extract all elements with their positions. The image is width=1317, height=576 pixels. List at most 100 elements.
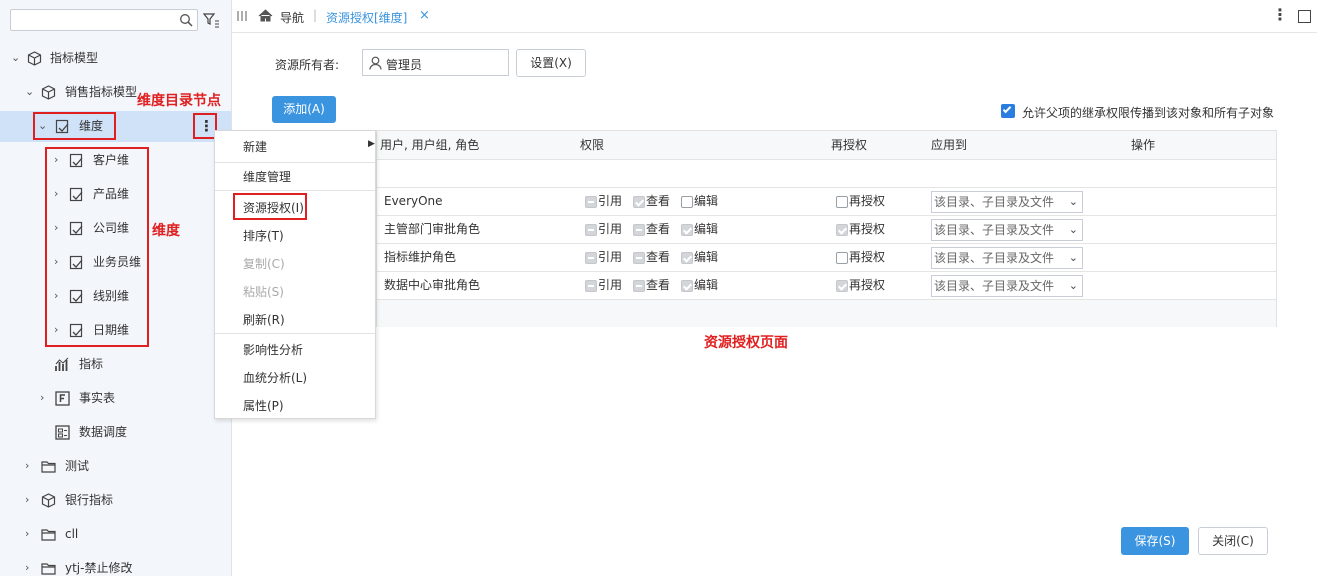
tree-node-cll[interactable]: › cll	[0, 521, 180, 547]
menu-item-new[interactable]: 新建	[243, 137, 267, 157]
search-input[interactable]	[10, 9, 198, 31]
regrant-checkbox[interactable]	[836, 280, 848, 292]
tree-node-label: 数据调度	[79, 425, 128, 439]
col-header-regrant: 再授权	[831, 138, 868, 152]
ref-checkbox[interactable]	[585, 196, 597, 208]
regrant-label: 再授权	[849, 222, 886, 236]
menu-item-paste[interactable]: 粘贴(S)	[243, 282, 284, 302]
chevron-right-icon[interactable]: ›	[40, 385, 50, 411]
col-header-permission: 权限	[580, 138, 605, 152]
save-button[interactable]: 保存(S)	[1121, 527, 1189, 555]
apply-to-select[interactable]: 该目录、子目录及文件 ⌄	[931, 247, 1083, 269]
edit-checkbox[interactable]	[681, 196, 693, 208]
tree-node-ytj[interactable]: › ytj-禁止修改	[0, 555, 180, 576]
apply-to-select[interactable]: 该目录、子目录及文件 ⌄	[931, 191, 1083, 213]
ref-checkbox[interactable]	[585, 224, 597, 236]
apply-to-value: 该目录、子目录及文件	[934, 223, 1055, 237]
menu-item-properties[interactable]: 属性(P)	[243, 396, 284, 416]
add-button[interactable]: 添加(A)	[272, 96, 336, 123]
menu-item-sort[interactable]: 排序(T)	[243, 226, 284, 246]
chevron-down-icon: ⌄	[1068, 223, 1078, 236]
ref-checkbox[interactable]	[585, 280, 597, 292]
chevron-right-icon[interactable]: ›	[25, 487, 35, 513]
cube-icon	[27, 51, 42, 66]
apply-to-select[interactable]: 该目录、子目录及文件 ⌄	[931, 275, 1083, 297]
owner-field[interactable]: 管理员	[362, 49, 509, 76]
tree-node-fact-table[interactable]: › 事实表	[0, 385, 180, 411]
view-label: 查看	[646, 278, 671, 292]
view-checkbox[interactable]	[633, 224, 645, 236]
chevron-down-icon[interactable]: ⌄	[11, 45, 21, 71]
row-name: 指标维护角色	[384, 250, 457, 264]
ref-label: 引用	[598, 222, 623, 236]
regrant-checkbox[interactable]	[836, 252, 848, 264]
chevron-down-icon: ⌄	[1068, 251, 1078, 264]
chevron-down-icon[interactable]: ⌄	[25, 79, 35, 105]
regrant-checkbox[interactable]	[836, 224, 848, 236]
ref-label: 引用	[598, 278, 623, 292]
tab-close-icon[interactable]: ×	[419, 8, 430, 23]
apply-to-value: 该目录、子目录及文件	[934, 195, 1055, 209]
regrant-checkbox[interactable]	[836, 196, 848, 208]
apply-to-select[interactable]: 该目录、子目录及文件 ⌄	[931, 219, 1083, 241]
view-label: 查看	[646, 222, 671, 236]
edit-label: 编辑	[694, 222, 719, 236]
tree-node-bank-indicator[interactable]: › 银行指标	[0, 487, 180, 513]
chevron-right-icon[interactable]: ›	[25, 555, 35, 576]
search-icon[interactable]	[179, 13, 193, 27]
tab-resource-auth[interactable]: 资源授权[维度]	[326, 9, 407, 26]
edit-checkbox[interactable]	[681, 280, 693, 292]
fact-table-icon	[55, 391, 70, 406]
edit-label: 编辑	[694, 278, 719, 292]
menu-separator	[215, 162, 375, 163]
regrant-label: 再授权	[849, 250, 886, 264]
tree-node-label: 事实表	[79, 391, 116, 405]
table-empty-row	[377, 159, 1276, 187]
edit-checkbox[interactable]	[681, 252, 693, 264]
tree-node-label: cll	[65, 527, 79, 541]
annotation-box-resource-auth	[233, 193, 307, 220]
annotation-dimension: 维度	[152, 223, 180, 239]
chevron-right-icon[interactable]: ›	[25, 521, 35, 547]
menu-item-lineage-analysis[interactable]: 血统分析(L)	[243, 368, 307, 388]
set-owner-button[interactable]: 设置(X)	[516, 49, 586, 77]
annotation-box-dimension-node	[33, 112, 116, 140]
apply-to-value: 该目录、子目录及文件	[934, 279, 1055, 293]
tree-node-label: 银行指标	[65, 493, 114, 507]
menu-item-copy[interactable]: 复制(C)	[243, 254, 285, 274]
menu-item-impact-analysis[interactable]: 影响性分析	[243, 340, 303, 360]
tree-node-test[interactable]: › 测试	[0, 453, 180, 479]
tree-node-label: 测试	[65, 459, 90, 473]
tree-node-data-schedule[interactable]: 数据调度	[0, 419, 180, 445]
menu-item-refresh[interactable]: 刷新(R)	[243, 310, 285, 330]
view-checkbox[interactable]	[633, 280, 645, 292]
annotation-resource-auth-page: 资源授权页面	[704, 335, 788, 351]
inherit-checkbox[interactable]	[1001, 104, 1015, 118]
tree-node-label: ytj-禁止修改	[65, 561, 133, 575]
edit-label: 编辑	[694, 194, 719, 208]
ref-checkbox[interactable]	[585, 252, 597, 264]
annotation-box-dimensions	[45, 147, 149, 347]
folder-icon	[41, 461, 56, 473]
edit-checkbox[interactable]	[681, 224, 693, 236]
owner-value: 管理员	[386, 58, 423, 72]
collapse-sidebar-icon[interactable]	[237, 10, 247, 22]
view-label: 查看	[646, 250, 671, 264]
nav-link[interactable]: 导航	[280, 9, 304, 26]
maximize-icon[interactable]	[1298, 10, 1311, 23]
menu-item-dim-manage[interactable]: 维度管理	[243, 167, 291, 187]
cube-icon	[41, 493, 56, 508]
chevron-down-icon: ⌄	[1068, 279, 1078, 292]
view-checkbox[interactable]	[633, 196, 645, 208]
view-checkbox[interactable]	[633, 252, 645, 264]
folder-icon	[41, 529, 56, 541]
tree-node-indicator-model[interactable]: ⌄ 指标模型	[0, 45, 220, 71]
tree-node-indicator[interactable]: 指标	[0, 351, 180, 377]
bar-chart-icon	[55, 357, 69, 371]
close-button[interactable]: 关闭(C)	[1198, 527, 1268, 555]
col-header-user: 用户, 用户组, 角色	[380, 138, 480, 152]
vertical-more-icon[interactable]: ⋮	[1272, 5, 1288, 24]
table-row: 指标维护角色 引用 查看 编辑 再授权 该目录、子目录及文件 ⌄	[377, 243, 1276, 271]
chevron-right-icon[interactable]: ›	[25, 453, 35, 479]
filter-icon[interactable]	[203, 12, 219, 28]
